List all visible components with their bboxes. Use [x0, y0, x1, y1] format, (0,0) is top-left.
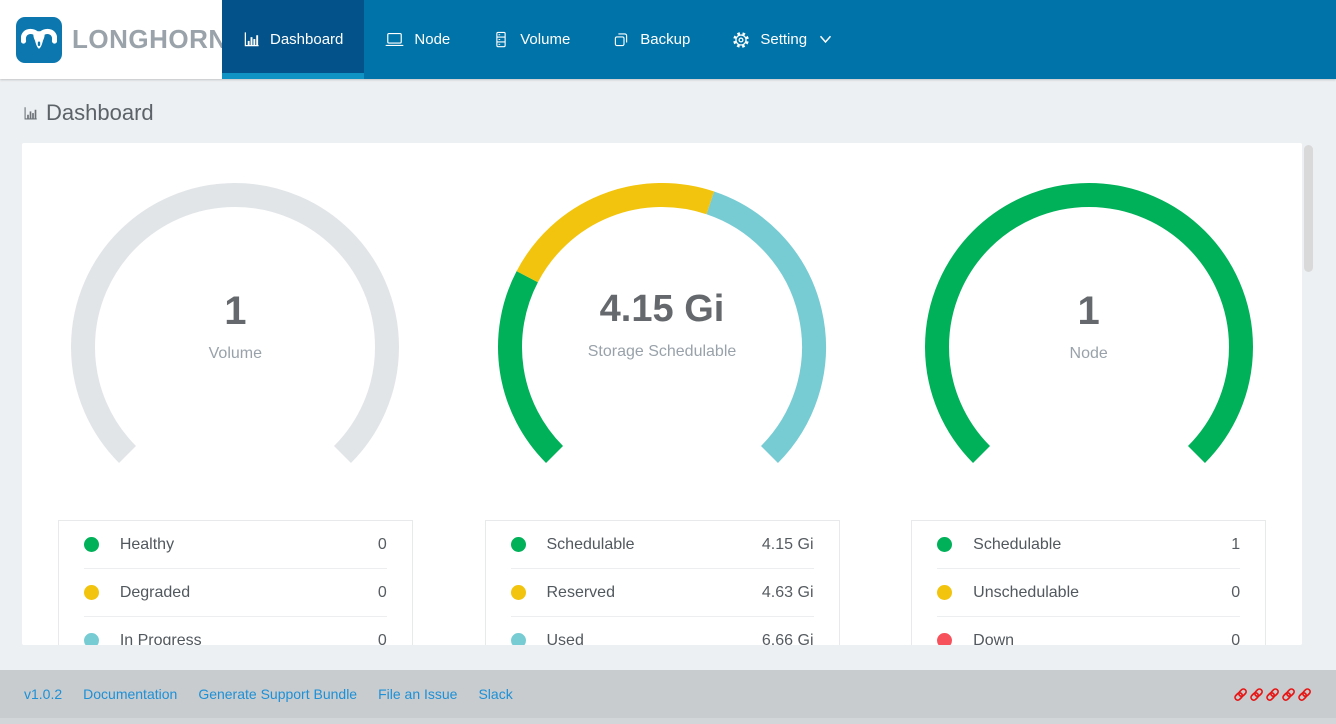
legend-dot: [84, 537, 99, 552]
node-gauge-column: 1 Node Schedulable 1 Unschedulable 0: [875, 143, 1302, 645]
brand-text: LONGHORN: [72, 24, 228, 55]
legend-row: Healthy 0: [59, 521, 412, 568]
tab-dashboard[interactable]: Dashboard: [222, 0, 364, 79]
legend-row: In Progress 0: [59, 617, 412, 645]
legend-value: 0: [378, 584, 387, 602]
storage-gauge-column: 4.15 Gi Storage Schedulable Schedulable …: [449, 143, 876, 645]
server-icon: [492, 30, 510, 49]
legend-value: 4.15 Gi: [762, 536, 814, 554]
legend-row: Unschedulable 0: [912, 569, 1265, 616]
tab-setting[interactable]: Setting: [711, 0, 853, 79]
legend-value: 0: [378, 632, 387, 646]
tab-volume[interactable]: Volume: [471, 0, 591, 79]
longhorn-logo[interactable]: LONGHORN: [0, 0, 222, 79]
legend-row: Degraded 0: [59, 569, 412, 616]
version-text: v1.0.2: [24, 686, 62, 702]
legend-label: Used: [547, 632, 584, 646]
copy-icon: [612, 30, 630, 49]
volume-gauge-column: 1 Volume Healthy 0 Degraded 0: [22, 143, 449, 645]
legend-value: 6.66 Gi: [762, 632, 814, 646]
chain-link-icon: [1233, 687, 1248, 702]
tab-backup[interactable]: Backup: [591, 0, 711, 79]
legend-value: 4.63 Gi: [762, 584, 814, 602]
legend-label: Schedulable: [547, 536, 635, 554]
tab-label: Backup: [640, 31, 690, 48]
gauge-storage: 4.15 Gi Storage Schedulable: [492, 177, 832, 477]
broken-link-icons: [1233, 687, 1312, 702]
legend-row: Reserved 4.63 Gi: [486, 569, 839, 616]
bar-chart-icon: [243, 31, 260, 48]
footer: v1.0.2 Documentation Generate Support Bu…: [0, 670, 1336, 724]
top-navbar: LONGHORN Dashboard: [0, 0, 1336, 79]
chain-link-icon: [1249, 687, 1264, 702]
legend-value: 1: [1231, 536, 1240, 554]
legend-label: Down: [973, 632, 1014, 646]
legend-row: Used 6.66 Gi: [486, 617, 839, 645]
footer-bar: v1.0.2 Documentation Generate Support Bu…: [0, 670, 1336, 718]
link-documentation[interactable]: Documentation: [83, 686, 177, 702]
page-title-text: Dashboard: [46, 100, 154, 126]
gear-icon: [732, 31, 750, 49]
node-legend-card: Schedulable 1 Unschedulable 0 Down 0: [911, 520, 1266, 645]
main-content: Dashboard 1 Volume Healthy 0: [0, 79, 1336, 724]
legend-label: Degraded: [120, 584, 190, 602]
legend-dot: [84, 585, 99, 600]
chain-link-icon: [1281, 687, 1296, 702]
legend-label: Schedulable: [973, 536, 1061, 554]
legend-row: Schedulable 1: [912, 521, 1265, 568]
legend-label: Unschedulable: [973, 584, 1079, 602]
legend-dot: [937, 537, 952, 552]
legend-dot: [84, 633, 99, 645]
legend-value: 0: [1231, 584, 1240, 602]
legend-dot: [511, 585, 526, 600]
legend-dot: [511, 633, 526, 645]
laptop-icon: [385, 30, 404, 49]
legend-label: In Progress: [120, 632, 202, 646]
link-file-an-issue[interactable]: File an Issue: [378, 686, 457, 702]
dashboard-card: 1 Volume Healthy 0 Degraded 0: [22, 143, 1302, 645]
legend-value: 0: [1231, 632, 1240, 646]
chain-link-icon: [1265, 687, 1280, 702]
legend-label: Reserved: [547, 584, 615, 602]
link-slack[interactable]: Slack: [478, 686, 512, 702]
legend-value: 0: [378, 536, 387, 554]
legend-dot: [937, 585, 952, 600]
gauge-volume: 1 Volume: [65, 177, 405, 477]
volume-legend-card: Healthy 0 Degraded 0 In Progress 0: [58, 520, 413, 645]
tab-node[interactable]: Node: [364, 0, 471, 79]
scrollbar-thumb[interactable]: [1304, 145, 1313, 272]
legend-row: Down 0: [912, 617, 1265, 645]
legend-dot: [511, 537, 526, 552]
footer-bottom-strip: [0, 718, 1336, 724]
tab-label: Volume: [520, 31, 570, 48]
chain-link-icon: [1297, 687, 1312, 702]
bull-icon: [16, 17, 62, 63]
storage-legend-card: Schedulable 4.15 Gi Reserved 4.63 Gi Use…: [485, 520, 840, 645]
legend-dot: [937, 633, 952, 645]
main-nav: Dashboard Node: [222, 0, 853, 79]
legend-label: Healthy: [120, 536, 174, 554]
tab-label: Dashboard: [270, 31, 343, 48]
link-generate-support-bundle[interactable]: Generate Support Bundle: [198, 686, 357, 702]
chevron-down-icon: [819, 35, 832, 44]
page-title: Dashboard: [0, 79, 1336, 126]
longhorn-app: LONGHORN Dashboard: [0, 0, 1336, 724]
tab-label: Setting: [760, 31, 807, 48]
gauge-node: 1 Node: [919, 177, 1259, 477]
legend-row: Schedulable 4.15 Gi: [486, 521, 839, 568]
dashboard-icon: [23, 106, 38, 121]
tab-label: Node: [414, 31, 450, 48]
